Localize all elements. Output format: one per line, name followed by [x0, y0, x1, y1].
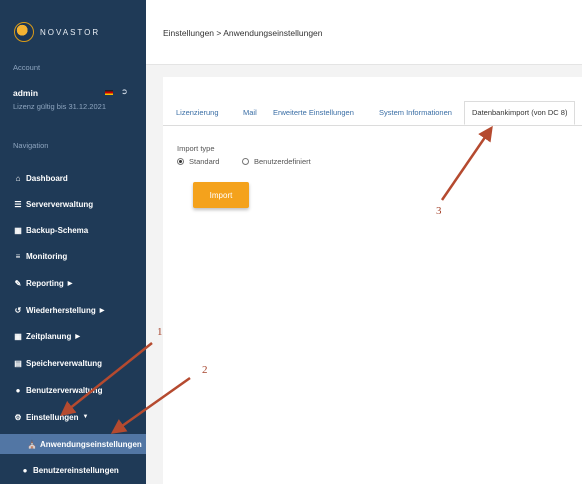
import-button[interactable]: Import	[193, 182, 249, 208]
sidebar: NOVASTOR Account admin ➲ Lizenz gültig b…	[0, 0, 146, 484]
settings-panel: Lizenzierung Mail Erweiterte Einstellung…	[163, 77, 582, 484]
sidebar-item-benutzerverwaltung[interactable]: ● Benutzerverwaltung	[0, 380, 146, 400]
list-icon: ≡	[15, 251, 21, 261]
sidebar-item-monitoring[interactable]: ≡ Monitoring	[0, 246, 146, 266]
license-text: Lizenz gültig bis 31.12.2021	[13, 102, 106, 111]
sidebar-item-label: Monitoring	[26, 251, 68, 261]
logout-icon[interactable]: ➲	[121, 87, 128, 96]
sidebar-item-dashboard[interactable]: ⌂ Dashboard	[0, 168, 146, 188]
users-icon: ●	[22, 465, 28, 475]
logo-icon	[14, 22, 34, 42]
sidebar-item-label: Reporting	[26, 278, 64, 288]
user-info: admin ➲ Lizenz gültig bis 31.12.2021	[13, 87, 138, 111]
tab-mail[interactable]: Mail	[243, 108, 257, 117]
tab-bar: Lizenzierung Mail Erweiterte Einstellung…	[163, 98, 582, 126]
caret-right-icon: ▶	[99, 307, 105, 314]
breadcrumb: Einstellungen > Anwendungseinstellungen	[163, 28, 323, 38]
sidebar-item-anwendungseinstellungen[interactable]: ⛪ Anwendungseinstellungen	[0, 434, 146, 454]
tab-lizenzierung[interactable]: Lizenzierung	[176, 108, 219, 117]
tab-datenbankimport[interactable]: Datenbankimport (von DC 8)	[464, 101, 576, 125]
navigation-label: Navigation	[13, 141, 49, 150]
sidebar-item-speicherverwaltung[interactable]: ▤ Speicherverwaltung	[0, 353, 146, 373]
sidebar-item-label: Backup-Schema	[26, 225, 89, 235]
home-icon: ⌂	[15, 173, 21, 183]
annotation-label-3: 3	[436, 205, 442, 217]
sidebar-item-label: Einstellungen	[26, 412, 79, 422]
calendar-icon: ▦	[14, 225, 22, 235]
gear-icon: ⚙	[14, 412, 22, 422]
sidebar-item-backup-schema[interactable]: ▦ Backup-Schema	[0, 220, 146, 240]
radio-standard[interactable]: Standard	[177, 157, 219, 166]
language-flag-icon[interactable]	[105, 90, 113, 95]
radio-standard-label: Standard	[189, 157, 220, 166]
user-name: admin	[13, 88, 39, 98]
tab-erweiterte-einstellungen[interactable]: Erweiterte Einstellungen	[273, 108, 354, 117]
edit-icon: ✎	[14, 278, 22, 288]
calendar-icon: ▦	[14, 331, 22, 341]
server-icon: ☰	[14, 199, 22, 209]
sidebar-item-label: Speicherverwaltung	[26, 358, 103, 368]
novastor-logo[interactable]: NOVASTOR	[14, 22, 101, 42]
import-type-label: Import type	[177, 144, 215, 153]
sidebar-item-label: Benutzerverwaltung	[26, 385, 103, 395]
user-icon: ●	[15, 385, 21, 395]
radio-custom-label: Benutzerdefiniert	[254, 157, 311, 166]
sidebar-item-label: Serververwaltung	[26, 199, 94, 209]
sidebar-item-wiederherstellung[interactable]: ↺ Wiederherstellung ▶	[0, 300, 146, 320]
sidebar-item-zeitplanung[interactable]: ▦ Zeitplanung ▶	[0, 326, 146, 346]
building-icon: ⛪	[27, 439, 37, 449]
sidebar-item-label: Anwendungseinstellungen	[40, 439, 142, 449]
sidebar-item-reporting[interactable]: ✎ Reporting ▶	[0, 273, 146, 293]
account-label: Account	[13, 63, 41, 72]
storage-icon: ▤	[14, 358, 22, 368]
caret-down-icon: ▼	[82, 414, 89, 420]
sidebar-item-serververwaltung[interactable]: ☰ Serververwaltung	[0, 194, 146, 214]
top-bar: Einstellungen > Anwendungseinstellungen	[146, 0, 582, 65]
caret-right-icon: ▶	[67, 280, 73, 287]
radio-unselected-icon[interactable]	[242, 158, 249, 165]
radio-benutzerdefiniert[interactable]: Benutzerdefiniert	[242, 157, 311, 166]
sidebar-item-label: Zeitplanung	[26, 331, 72, 341]
radio-selected-icon[interactable]	[177, 158, 184, 165]
sidebar-item-einstellungen[interactable]: ⚙ Einstellungen ▼	[0, 407, 146, 427]
sidebar-item-label: Wiederherstellung	[26, 305, 96, 315]
annotation-label-1: 1	[157, 326, 163, 338]
tab-system-informationen[interactable]: System Informationen	[379, 108, 452, 117]
logo-text: NOVASTOR	[40, 27, 101, 37]
annotation-label-2: 2	[202, 364, 208, 376]
caret-right-icon: ▶	[75, 333, 80, 340]
restore-icon: ↺	[14, 305, 22, 315]
sidebar-item-label: Benutzereinstellungen	[33, 465, 119, 475]
sidebar-item-benutzereinstellungen[interactable]: ● Benutzereinstellungen	[0, 460, 146, 480]
sidebar-item-label: Dashboard	[26, 173, 68, 183]
